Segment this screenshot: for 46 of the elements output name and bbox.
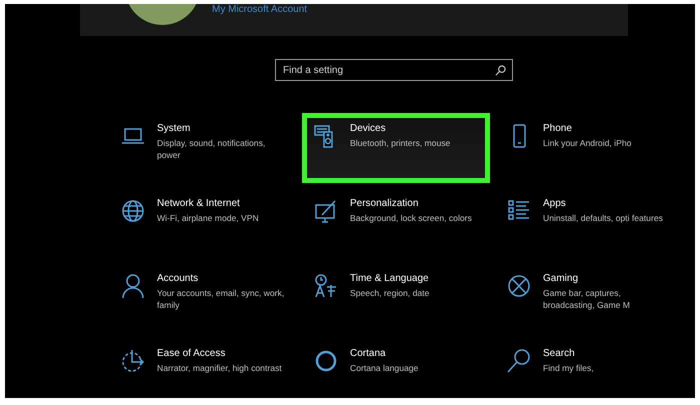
settings-category[interactable]: Time & Language Speech, region, date — [302, 263, 490, 333]
settings-category[interactable]: Devices Bluetooth, printers, mouse — [302, 113, 490, 183]
category-title: Accounts — [157, 273, 200, 284]
search-icon — [495, 64, 506, 76]
globe-icon — [120, 198, 146, 224]
category-description: Uninstall, defaults, opti features — [543, 212, 663, 224]
search-field[interactable]: Find a setting — [275, 59, 513, 81]
category-description: Bluetooth, printers, mouse — [350, 137, 450, 149]
settings-category[interactable]: Apps Uninstall, defaults, opti features — [495, 188, 683, 258]
category-description: Cortana language — [350, 362, 418, 374]
category-description: Display, sound, notifications, power — [157, 137, 266, 161]
circle-x-icon — [506, 273, 532, 299]
category-title: Gaming — [543, 273, 580, 284]
settings-category[interactable]: Cortana Cortana language — [302, 338, 490, 398]
category-title: Apps — [543, 198, 567, 209]
settings-category[interactable]: Gaming Game bar, captures, broadcasting, Game M — [495, 263, 683, 333]
clock-language-icon — [313, 273, 339, 299]
circle-icon — [313, 348, 339, 374]
person-icon — [120, 273, 146, 299]
category-title: Network & Internet — [157, 198, 241, 209]
search-icon — [506, 348, 532, 374]
settings-category[interactable]: Ease of Access Narrator, magnifier, high contrast — [109, 338, 297, 398]
settings-category[interactable]: Personalization Background, lock screen, colors — [302, 188, 490, 258]
settings-category[interactable]: Search Find my files, — [495, 338, 683, 398]
settings-category[interactable]: Phone Link your Android, iPho — [495, 113, 683, 183]
category-description: Background, lock screen, colors — [350, 212, 472, 224]
category-title: Personalization — [350, 198, 420, 209]
account-link[interactable]: My Microsoft Account — [212, 4, 308, 16]
category-description: Wi-Fi, airplane mode, VPN — [157, 212, 259, 224]
category-description: Narrator, magnifier, high contrast — [157, 362, 282, 374]
settings-category[interactable]: Network & Internet Wi-Fi, airplane mode, VPN — [109, 188, 297, 258]
settings-category[interactable]: Accounts Your accounts, email, sync, work, family — [109, 263, 297, 333]
category-description: Speech, region, date — [350, 287, 430, 299]
category-title: System — [157, 123, 192, 134]
category-title: Cortana — [350, 348, 387, 359]
category-title: Ease of Access — [157, 348, 226, 359]
category-description: Your accounts, email, sync, work, family — [157, 287, 286, 311]
category-title: Search — [543, 348, 576, 359]
dashed-clock-icon — [120, 348, 146, 374]
category-description: Find my files, — [543, 362, 594, 374]
category-title: Phone — [543, 123, 573, 134]
settings-category[interactable]: System Display, sound, notifications, power — [109, 113, 297, 183]
category-title: Time & Language — [350, 273, 430, 284]
category-title: Devices — [350, 123, 387, 134]
category-description: Link your Android, iPho — [543, 137, 632, 149]
category-description: Game bar, captures, broadcasting, Game M — [543, 287, 631, 311]
